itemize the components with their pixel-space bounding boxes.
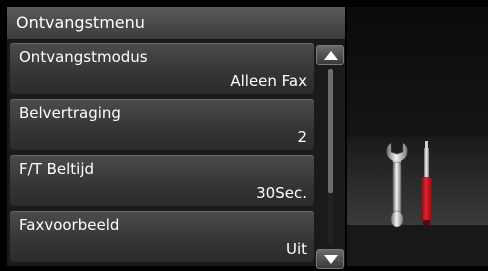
setting-receive-mode[interactable]: Ontvangstmodus Alleen Fax bbox=[10, 43, 314, 95]
setting-label: Faxvoorbeeld bbox=[19, 216, 120, 234]
triangle-up-icon bbox=[324, 51, 338, 60]
menu-panel: Ontvangstmenu Ontvangstmodus Alleen Fax … bbox=[7, 7, 346, 269]
triangle-down-icon bbox=[324, 255, 338, 264]
setting-value: Alleen Fax bbox=[230, 72, 307, 90]
setting-ft-ring-time[interactable]: F/T Beltijd 30Sec. bbox=[10, 155, 314, 207]
setting-value: Uit bbox=[285, 240, 307, 258]
scroll-up-button[interactable] bbox=[316, 45, 344, 65]
settings-panel[interactable] bbox=[347, 7, 488, 266]
scroll-thumb[interactable] bbox=[328, 69, 333, 193]
scrollbar[interactable] bbox=[316, 45, 346, 269]
setting-value: 2 bbox=[297, 128, 307, 146]
settings-list: Ontvangstmodus Alleen Fax Belvertraging … bbox=[10, 43, 314, 265]
setting-value: 30Sec. bbox=[256, 184, 307, 202]
wrench-screwdriver-icon bbox=[386, 141, 432, 228]
setting-label: F/T Beltijd bbox=[19, 160, 95, 178]
setting-label: Ontvangstmodus bbox=[19, 48, 148, 66]
setting-ring-delay[interactable]: Belvertraging 2 bbox=[10, 99, 314, 151]
scroll-down-button[interactable] bbox=[316, 249, 344, 269]
setting-label: Belvertraging bbox=[19, 104, 121, 122]
lcd-screen: Ontvangstmenu Ontvangstmodus Alleen Fax … bbox=[0, 0, 488, 271]
menu-title: Ontvangstmenu bbox=[7, 7, 345, 39]
setting-fax-preview[interactable]: Faxvoorbeeld Uit bbox=[10, 211, 314, 263]
scroll-track[interactable] bbox=[328, 69, 333, 245]
